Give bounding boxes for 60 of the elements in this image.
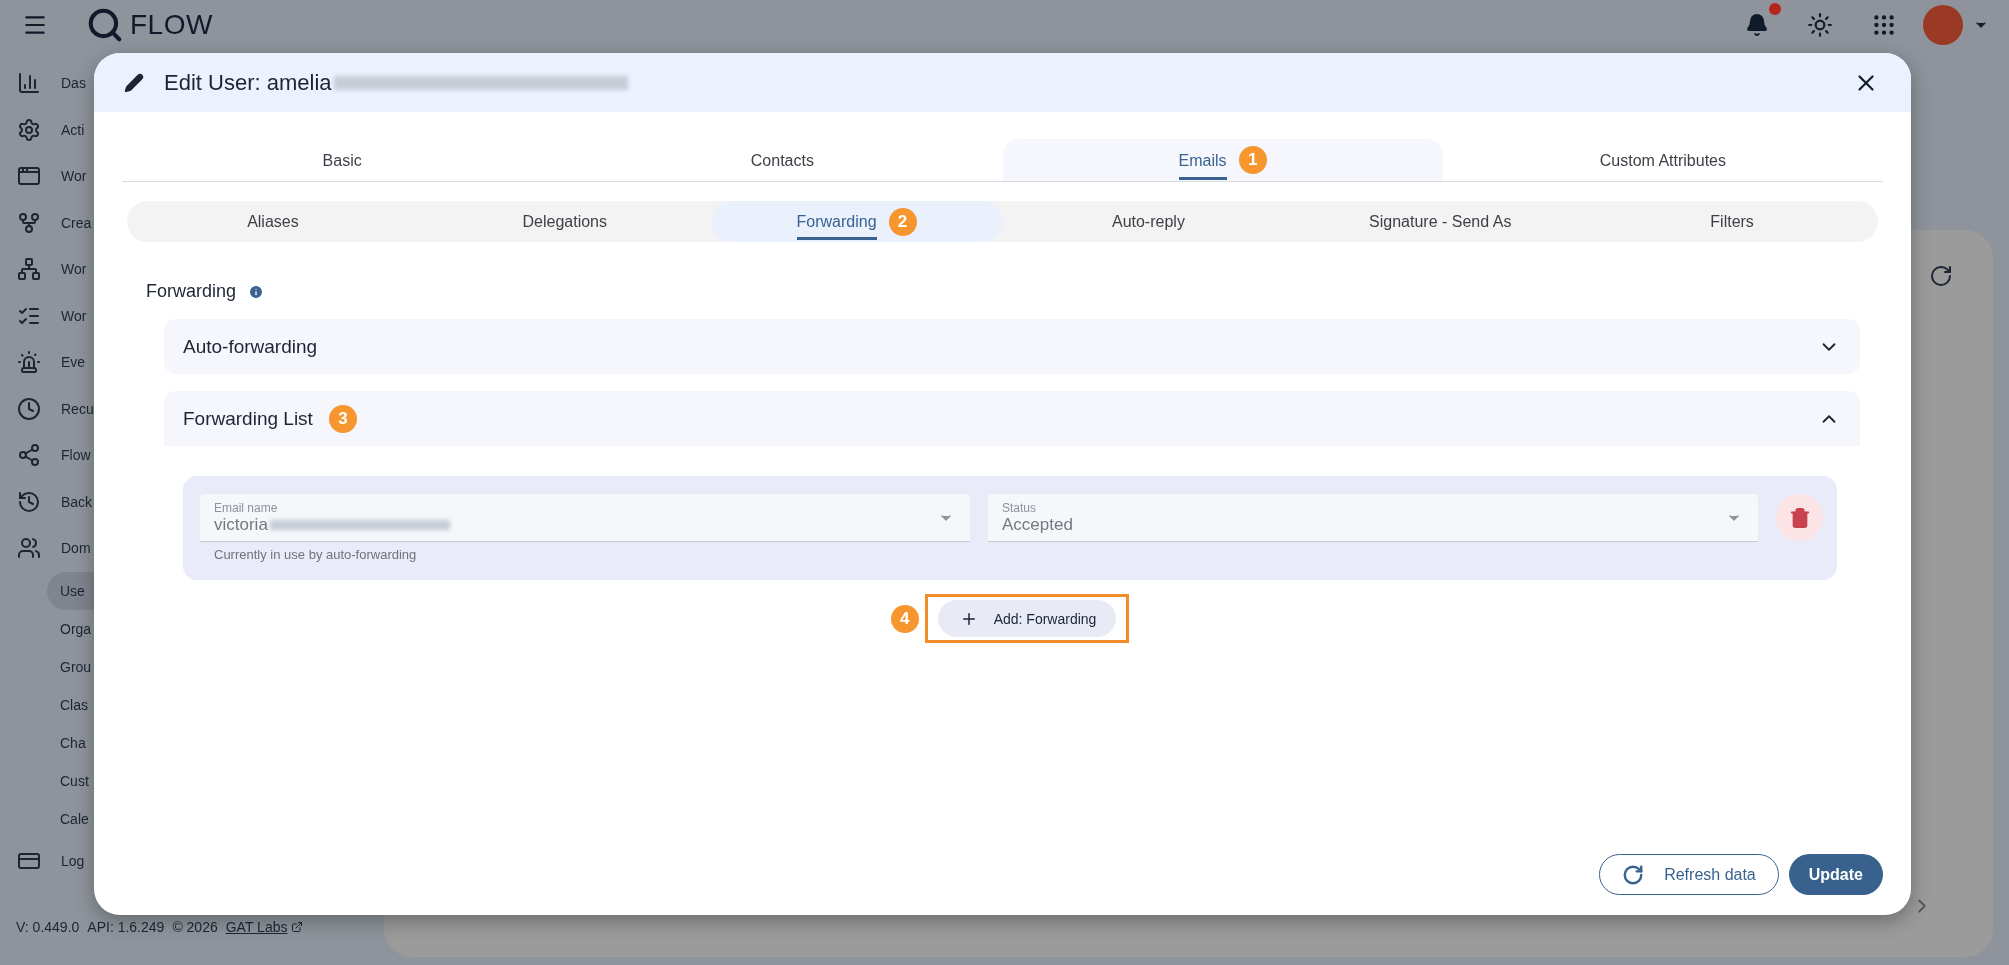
update-button[interactable]: Update	[1788, 854, 1883, 895]
external-link-icon	[291, 921, 304, 933]
copyright-text: © 2026	[172, 919, 218, 935]
sidebar-item[interactable]: Eve	[61, 354, 86, 371]
tab[interactable]: Custom Attributes	[1442, 139, 1883, 181]
sidebar-icon	[17, 489, 41, 514]
dialog-title: Edit User: amelia	[164, 69, 332, 96]
refresh-icon[interactable]	[1929, 264, 1953, 288]
company-link[interactable]: GAT Labs	[225, 919, 304, 935]
subtab[interactable]: Signature - Send As	[1294, 201, 1587, 242]
subtab[interactable]: Aliases	[127, 201, 419, 242]
version-text: V: 0.449.0	[16, 919, 80, 935]
status-select-field[interactable]: Status Accepted	[988, 494, 1758, 542]
sidebar-item[interactable]: Flow	[61, 447, 91, 464]
sidebar-icon	[17, 396, 41, 421]
accordion-header[interactable]: Auto-forwarding	[164, 319, 1860, 374]
section-title: Forwarding	[146, 281, 237, 302]
refresh-icon	[1622, 863, 1645, 886]
accordion-title: Forwarding List	[183, 407, 313, 430]
pencil-icon	[124, 72, 144, 93]
subtab[interactable]: Auto-reply	[1002, 201, 1295, 242]
sidebar-item[interactable]: Dom	[61, 540, 91, 557]
step-badge: 3	[328, 404, 357, 433]
info-icon[interactable]	[248, 283, 265, 300]
sidebar-item[interactable]: Wor	[61, 261, 87, 278]
step-badge: 1	[1238, 146, 1267, 174]
sidebar-icon	[17, 117, 41, 142]
sidebar-icon	[17, 210, 41, 235]
sidebar-item[interactable]: Das	[61, 75, 86, 92]
tab[interactable]: Emails 1	[1002, 139, 1443, 181]
sidebar-item[interactable]: Wor	[61, 168, 87, 185]
trash-icon	[1788, 506, 1811, 529]
sidebar-icon	[17, 350, 41, 375]
subtab[interactable]: Forwarding 2	[710, 201, 1003, 242]
sidebar-icon	[17, 443, 41, 468]
magnifier-logo-icon	[86, 6, 124, 44]
tab[interactable]: Contacts	[562, 139, 1003, 181]
sidebar-item[interactable]: Recu	[61, 400, 94, 417]
sidebar-item[interactable]: Log	[61, 852, 85, 869]
helper-text: Currently in use by auto-forwarding	[213, 547, 418, 562]
sidebar-icon	[17, 536, 41, 561]
email-select-field[interactable]: Email name victoria	[200, 494, 970, 542]
subtab[interactable]: Delegations	[418, 201, 711, 242]
api-version-text: API: 1.6.249	[87, 919, 165, 935]
sidebar-icon	[17, 257, 41, 282]
sidebar-icon	[17, 71, 41, 96]
step-badge: 2	[888, 207, 917, 236]
add-forwarding-button[interactable]: Add: Forwarding	[937, 600, 1117, 637]
delete-button[interactable]	[1776, 494, 1823, 541]
tab[interactable]: Basic	[122, 139, 563, 181]
sidebar-item[interactable]: Wor	[61, 307, 87, 324]
accordion-header[interactable]: Forwarding List 3	[164, 391, 1860, 446]
sidebar-item[interactable]: Acti	[61, 121, 85, 138]
sidebar-item[interactable]: Crea	[61, 214, 92, 231]
accordion-title: Auto-forwarding	[183, 335, 318, 358]
step-badge: 4	[890, 604, 919, 633]
sidebar-item[interactable]: Back	[61, 493, 93, 510]
refresh-button[interactable]: Refresh data	[1599, 854, 1779, 895]
subtab[interactable]: Filters	[1586, 201, 1878, 242]
app-logo-text: FLOW	[130, 9, 213, 41]
